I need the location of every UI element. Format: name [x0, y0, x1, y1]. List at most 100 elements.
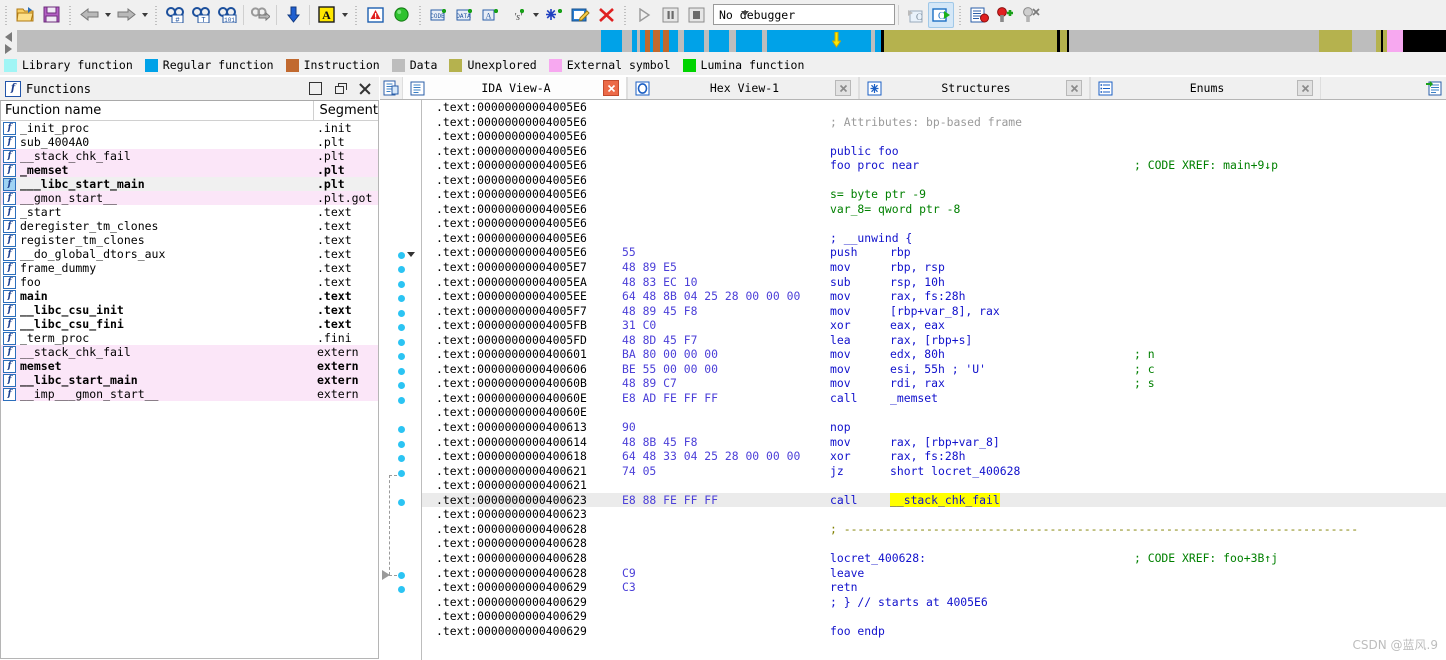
jump-to-entry-icon[interactable]: 101: [214, 2, 240, 28]
make-array-icon[interactable]: A: [478, 2, 504, 28]
breakpoint-slot-icon[interactable]: [398, 309, 405, 317]
navband-segment[interactable]: [683, 30, 704, 52]
tab-hex-view-1[interactable]: Hex View-1: [627, 77, 859, 99]
breakpoint-slot-icon[interactable]: [398, 586, 405, 594]
line-operands[interactable]: esi, 55h ; 'U': [890, 362, 986, 377]
navband-segment[interactable]: [1069, 30, 1320, 52]
navband-segment[interactable]: [600, 30, 623, 52]
disassembly-line[interactable]: .text:00000000004005E7 48 89 E5 mov rbp, rs…: [422, 260, 1446, 275]
navband-segment[interactable]: [17, 30, 601, 52]
disassembly-line[interactable]: .text:00000000004005E6 public foo: [422, 144, 1446, 159]
navband-segment[interactable]: [1403, 30, 1446, 52]
make-code-icon[interactable]: CODE: [426, 2, 452, 28]
disassembly-line[interactable]: .text:00000000004005E6 var_8= qword ptr -…: [422, 202, 1446, 217]
forward-arrow-icon[interactable]: [113, 2, 139, 28]
disassembly-line[interactable]: .text:00000000004005E6 foo proc near ; COD…: [422, 158, 1446, 173]
table-row[interactable]: f __libc_csu_init .text: [1, 303, 378, 317]
disassembly-line[interactable]: .text:0000000000400628 ; ----------------…: [422, 522, 1446, 537]
disassembly-pane[interactable]: .text:00000000004005E6 .text:000000000040…: [380, 99, 1446, 660]
disassembly-line[interactable]: .text:0000000000400628 locret_400628: ; CO…: [422, 551, 1446, 566]
table-row[interactable]: f __libc_start_main extern: [1, 373, 378, 387]
navband-segment[interactable]: [1352, 30, 1376, 52]
close-tab-icon[interactable]: [603, 80, 619, 96]
navband-segment[interactable]: [669, 30, 679, 52]
line-operands[interactable]: rax, fs:28h: [890, 289, 965, 304]
table-row[interactable]: f _start .text: [1, 205, 378, 219]
breakpoint-slot-icon[interactable]: [398, 295, 405, 303]
line-operands[interactable]: __stack_chk_fail: [890, 492, 1000, 508]
table-row[interactable]: f memset extern: [1, 359, 378, 373]
navband-segment[interactable]: [883, 30, 1058, 52]
toolbar-grip-3[interactable]: [153, 3, 160, 26]
close-button[interactable]: [359, 83, 370, 94]
table-row[interactable]: f __do_global_dtors_aux .text: [1, 247, 378, 261]
navband-segment[interactable]: [1319, 30, 1353, 52]
line-operands[interactable]: short locret_400628: [890, 464, 1020, 479]
make-string-icon[interactable]: 's': [504, 2, 530, 28]
table-row[interactable]: f sub_4004A0 .plt: [1, 135, 378, 149]
line-operands[interactable]: rax, fs:28h: [890, 449, 965, 464]
column-header-segment[interactable]: Segment: [312, 101, 378, 120]
table-row[interactable]: f __stack_chk_fail .plt: [1, 149, 378, 163]
line-operands[interactable]: [rbp+var_8], rax: [890, 304, 1000, 319]
line-operands[interactable]: edx, 80h: [890, 347, 945, 362]
disassembly-line[interactable]: .text:00000000004005E6: [422, 173, 1446, 188]
line-operands[interactable]: _memset: [890, 391, 938, 406]
navband-segment[interactable]: [709, 30, 730, 52]
disassembly-line[interactable]: .text:0000000000400621: [422, 478, 1446, 493]
disassembly-line[interactable]: .text:00000000004005E6 55 push rbp: [422, 245, 1446, 260]
table-row[interactable]: f __libc_csu_fini .text: [1, 317, 378, 331]
disassembly-line[interactable]: .text:0000000000400629 ; } // starts at 4…: [422, 595, 1446, 610]
disassembly-line[interactable]: .text:0000000000400629 foo endp: [422, 624, 1446, 639]
disassembly-line[interactable]: .text:0000000000400621 74 05 jz short locre…: [422, 464, 1446, 479]
breakpoint-list-icon[interactable]: [966, 2, 992, 28]
line-operands[interactable]: rax, [rbp+s]: [890, 333, 972, 348]
functions-list[interactable]: Function name Segment f _init_proc .init f s…: [0, 100, 379, 659]
disassembly-line[interactable]: .text:000000000040060B 48 89 C7 mov rdi, ra…: [422, 376, 1446, 391]
disassembly-line[interactable]: .text:0000000000400606 BE 55 00 00 00 mov e…: [422, 362, 1446, 377]
disassembly-line[interactable]: .text:00000000004005EA 48 83 EC 10 sub rsp,…: [422, 275, 1446, 290]
breakpoint-slot-icon[interactable]: [398, 266, 405, 274]
restore-button[interactable]: [335, 83, 347, 94]
disassembly-line[interactable]: .text:00000000004005E6 ; __unwind {: [422, 231, 1446, 246]
table-row[interactable]: f register_tm_clones .text: [1, 233, 378, 247]
debugger-select[interactable]: No debugger: [713, 4, 895, 25]
line-operands[interactable]: rbp, rsp: [890, 260, 945, 275]
toolbar-grip-4[interactable]: [353, 3, 360, 26]
back-dropdown-icon[interactable]: [102, 3, 113, 27]
close-tab-icon[interactable]: [1297, 80, 1313, 96]
breakpoint-slot-icon[interactable]: [398, 353, 405, 361]
open-subview-icon[interactable]: [380, 77, 402, 99]
save-icon[interactable]: [38, 2, 64, 28]
navband-segment[interactable]: [1386, 30, 1404, 52]
breakpoint-slot-icon[interactable]: [398, 426, 405, 434]
toolbar-grip-2[interactable]: [67, 3, 74, 26]
edit-function-icon[interactable]: [567, 2, 593, 28]
table-row[interactable]: f _init_proc .init: [1, 121, 378, 135]
disassembly-line[interactable]: .text:00000000004005E6: [422, 129, 1446, 144]
table-row[interactable]: f __imp___gmon_start__ extern: [1, 387, 378, 401]
disassembly-line[interactable]: .text:0000000000400629 C3 retn: [422, 580, 1446, 595]
navband-segment[interactable]: [1060, 30, 1068, 52]
make-struct-icon[interactable]: [541, 2, 567, 28]
breakpoint-slot-icon[interactable]: [398, 498, 405, 506]
disassembly-line[interactable]: .text:00000000004005E6: [422, 100, 1446, 115]
breakpoint-slot-icon[interactable]: [398, 367, 405, 375]
table-row[interactable]: f __gmon_start__ .plt.got: [1, 191, 378, 205]
disassembly-line[interactable]: .text:00000000004005E6 s= byte ptr -9: [422, 187, 1446, 202]
line-operands[interactable]: rsp, 10h: [890, 275, 945, 290]
disassembly-line[interactable]: .text:0000000000400628: [422, 536, 1446, 551]
make-string-dropdown-icon[interactable]: [530, 3, 541, 27]
maximize-button[interactable]: [309, 82, 322, 95]
table-row[interactable]: f frame_dummy .text: [1, 261, 378, 275]
forward-dropdown-icon[interactable]: [139, 3, 150, 27]
disassembly-line[interactable]: .text:0000000000400614 48 8B 45 F8 mov rax,…: [422, 435, 1446, 450]
line-operands[interactable]: rbp: [890, 245, 911, 260]
navigator-band[interactable]: [17, 30, 1446, 52]
step-over-source-icon[interactable]: C: [902, 2, 928, 28]
navigator-scroll-buttons[interactable]: [2, 29, 16, 55]
tab-ida-view-a[interactable]: IDA View-A: [402, 77, 627, 99]
table-row[interactable]: f _memset .plt: [1, 163, 378, 177]
nav-scroll-left-icon[interactable]: [5, 32, 12, 42]
disassembly-line[interactable]: .text:0000000000400618 64 48 33 04 25 28 …: [422, 449, 1446, 464]
